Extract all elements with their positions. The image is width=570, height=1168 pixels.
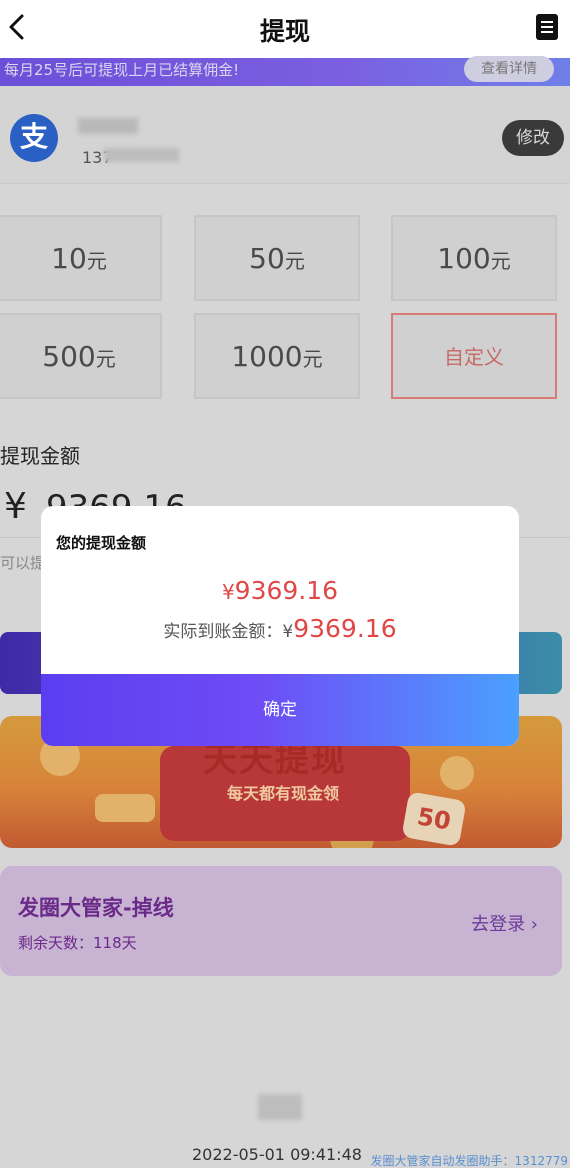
amount-value: 50 <box>249 242 285 275</box>
actual-amount-value: 9369.16 <box>293 614 397 643</box>
account-card: 支 137 修改 <box>0 86 570 184</box>
notice-bar: 每月25号后可提现上月已结算佣金! 查看详情 <box>0 56 570 86</box>
footer-blurred <box>258 1094 302 1120</box>
dialog-amount: ¥9369.16 <box>41 576 519 605</box>
view-details-button[interactable]: 查看详情 <box>464 56 554 82</box>
confirm-button[interactable]: 确定 <box>41 674 519 746</box>
amount-unit: 元 <box>86 249 107 273</box>
banner-tag: 50 <box>401 791 467 847</box>
amount-value: 500 <box>42 340 96 373</box>
timestamp: 2022-05-01 09:41:48 <box>192 1145 362 1164</box>
amount-option-100[interactable]: 100元 <box>391 215 557 301</box>
dialog-amount-value: 9369.16 <box>234 576 339 605</box>
promo-title: 发圈大管家-掉线 <box>18 896 174 920</box>
amount-unit: 元 <box>284 249 305 273</box>
withdraw-currency: ¥ <box>4 486 27 527</box>
notice-text: 每月25号后可提现上月已结算佣金! <box>4 61 240 79</box>
login-link[interactable]: 去登录 › <box>471 910 538 936</box>
amount-value: 自定义 <box>444 345 504 369</box>
account-number-blurred <box>104 148 179 162</box>
header: 提现 <box>0 0 570 58</box>
watermark: 发圈大管家自动发圈助手：1312779 <box>370 1154 568 1168</box>
actual-currency: ¥ <box>282 622 294 642</box>
remaining-days: 剩余天数：118天 <box>18 934 137 952</box>
withdraw-hint: 可以提 <box>0 554 46 572</box>
amount-value: 1000 <box>231 340 303 373</box>
amount-option-50[interactable]: 50元 <box>194 215 360 301</box>
amount-option-custom[interactable]: 自定义 <box>391 313 557 399</box>
amount-option-1000[interactable]: 1000元 <box>194 313 360 399</box>
account-name-blurred <box>78 118 138 134</box>
amount-value: 100 <box>437 242 491 275</box>
amount-unit: 元 <box>302 347 323 371</box>
dialog-currency: ¥ <box>221 580 235 604</box>
actual-label: 实际到账金额： <box>163 622 283 642</box>
amount-unit: 元 <box>95 347 116 371</box>
amount-value: 10 <box>51 242 87 275</box>
coin-decoration <box>440 756 474 790</box>
alipay-icon: 支 <box>10 114 58 162</box>
amount-option-500[interactable]: 500元 <box>0 313 162 399</box>
amount-option-10[interactable]: 10元 <box>0 215 162 301</box>
amount-unit: 元 <box>490 249 511 273</box>
banner-subtitle: 每天都有现金领 <box>226 784 339 803</box>
edit-button[interactable]: 修改 <box>502 120 564 156</box>
withdraw-confirm-dialog: 您的提现金额 ¥9369.16 实际到账金额：¥9369.16 确定 <box>41 506 519 746</box>
promo-card: 发圈大管家-掉线 剩余天数：118天 去登录 › <box>0 866 562 976</box>
page-title: 提现 <box>259 17 310 46</box>
dialog-title: 您的提现金额 <box>56 534 147 552</box>
document-icon[interactable] <box>536 14 558 40</box>
withdraw-amount-label: 提现金额 <box>0 444 80 468</box>
dialog-actual-amount: 实际到账金额：¥9369.16 <box>41 614 519 643</box>
coin-decoration <box>95 794 155 822</box>
